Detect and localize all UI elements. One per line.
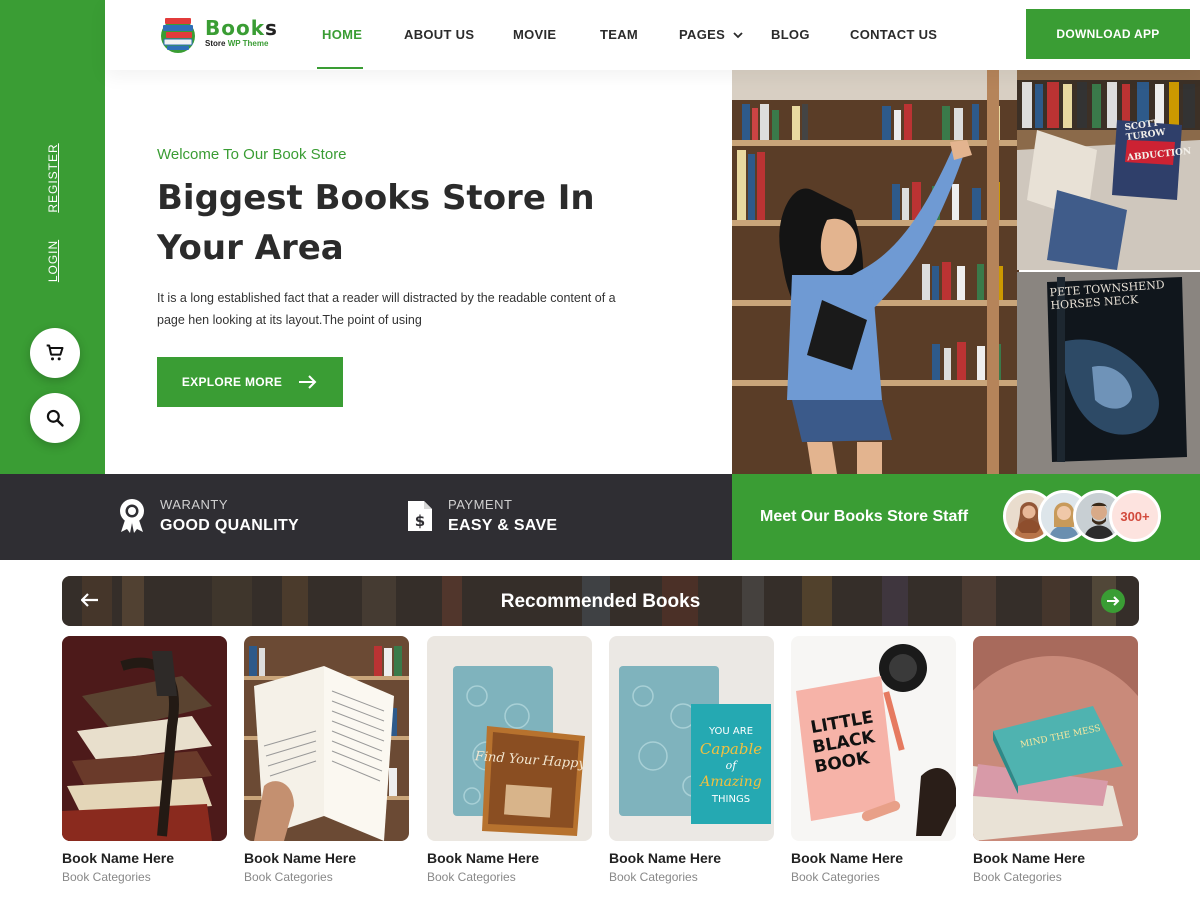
hero-lead-line1: It is a long established fact that a rea… bbox=[157, 291, 616, 305]
brand-tagline-a: Store bbox=[205, 39, 226, 48]
recommended-header: Recommended Books bbox=[62, 576, 1139, 626]
hero-text: Welcome To Our Book Store Biggest Books … bbox=[157, 146, 677, 331]
nav-pages[interactable]: PAGES bbox=[679, 27, 725, 42]
brand-name: Book bbox=[205, 16, 266, 40]
book-category: Book Categories bbox=[244, 870, 333, 884]
feature-warranty: WARANTY GOOD QUANLITY bbox=[116, 496, 299, 536]
hero-photo-shelves bbox=[1017, 70, 1200, 270]
hero-headline-line1: Biggest Books Store In bbox=[157, 178, 595, 218]
brand-tagline-b: WP Theme bbox=[227, 39, 269, 48]
books-logo-icon bbox=[157, 12, 199, 54]
hero-photo-reader bbox=[732, 70, 1019, 474]
site-header: Books Store WP Theme HOME ABOUT US MOVIE… bbox=[105, 0, 1200, 70]
book-card-image[interactable] bbox=[62, 636, 227, 841]
book-4-cover-text-b: Capable bbox=[700, 740, 762, 758]
download-app-button[interactable]: DOWNLOAD APP bbox=[1026, 9, 1190, 59]
book-name[interactable]: Book Name Here bbox=[427, 850, 592, 866]
book-card-1[interactable]: Book Name Here Book Categories bbox=[62, 636, 227, 884]
book-name[interactable]: Book Name Here bbox=[791, 850, 956, 866]
staff-label: Meet Our Books Store Staff bbox=[760, 508, 969, 525]
feature-payment-small: PAYMENT bbox=[448, 497, 513, 512]
feature-payment-big: EASY & SAVE bbox=[448, 517, 558, 534]
search-button[interactable] bbox=[30, 393, 80, 443]
recommended-title: Recommended Books bbox=[500, 591, 701, 612]
nav-contact-us[interactable]: CONTACT US bbox=[850, 27, 937, 42]
book-4-cover-text-e: THINGS bbox=[711, 794, 750, 805]
book-name[interactable]: Book Name Here bbox=[609, 850, 774, 866]
hero-lead-line2: page hen looking at its layout.The point… bbox=[157, 313, 422, 327]
chevron-down-icon[interactable] bbox=[733, 31, 743, 39]
book-card-2[interactable]: Book Name Here Book Categories bbox=[244, 636, 409, 884]
arrow-right-icon bbox=[299, 375, 317, 389]
nav-team[interactable]: TEAM bbox=[600, 27, 638, 42]
page: REGISTER LOGIN Books Store WP Theme HOME… bbox=[0, 0, 1200, 900]
book-name[interactable]: Book Name Here bbox=[62, 850, 227, 866]
book-card-image[interactable]: YOU ARE Capable of Amazing THINGS bbox=[609, 636, 774, 841]
award-badge-icon bbox=[116, 496, 148, 536]
brand-logo[interactable]: Books Store WP Theme bbox=[157, 12, 278, 54]
nav-home[interactable]: HOME bbox=[322, 27, 362, 42]
staff-count-badge[interactable]: 300+ bbox=[1109, 490, 1161, 542]
feature-payment: $ PAYMENT EASY & SAVE bbox=[404, 496, 557, 536]
explore-more-label: EXPLORE MORE bbox=[181, 375, 283, 389]
search-icon bbox=[46, 409, 64, 427]
explore-more-button[interactable]: EXPLORE MORE bbox=[157, 357, 343, 407]
book-name[interactable]: Book Name Here bbox=[973, 850, 1138, 866]
book-card-6[interactable]: MIND THE MESS Book Name Here Book Catego… bbox=[973, 636, 1138, 884]
book-category: Book Categories bbox=[973, 870, 1062, 884]
left-sidebar: REGISTER LOGIN bbox=[0, 0, 105, 474]
book-card-image[interactable]: Find Your Happy bbox=[427, 636, 592, 841]
dollar-document-icon: $ bbox=[404, 496, 436, 536]
nav-about-us[interactable]: ABOUT US bbox=[404, 27, 474, 42]
svg-text:$: $ bbox=[415, 512, 425, 530]
hero-lead: It is a long established fact that a rea… bbox=[157, 287, 647, 331]
carousel-next-button[interactable] bbox=[1101, 589, 1125, 613]
book-card-image[interactable] bbox=[244, 636, 409, 841]
book-name[interactable]: Book Name Here bbox=[244, 850, 409, 866]
hero-welcome: Welcome To Our Book Store bbox=[157, 146, 347, 163]
book-4-cover-text-a: YOU ARE bbox=[708, 726, 753, 737]
nav-blog[interactable]: BLOG bbox=[771, 27, 810, 42]
book-card-image[interactable]: MIND THE MESS bbox=[973, 636, 1138, 841]
book-category: Book Categories bbox=[62, 870, 151, 884]
book-card-4[interactable]: YOU ARE Capable of Amazing THINGS Book N… bbox=[609, 636, 774, 884]
cart-button[interactable] bbox=[30, 328, 80, 378]
book-category: Book Categories bbox=[609, 870, 698, 884]
book-category: Book Categories bbox=[791, 870, 880, 884]
feature-warranty-small: WARANTY bbox=[160, 497, 229, 512]
login-link[interactable]: LOGIN bbox=[46, 240, 60, 282]
hero-headline: Biggest Books Store In Your Area bbox=[157, 173, 677, 273]
book-category: Book Categories bbox=[427, 870, 516, 884]
book-card-image[interactable]: LITTLE BLACK BOOK bbox=[791, 636, 956, 841]
arrow-right-icon bbox=[1107, 596, 1120, 606]
hero-headline-line2: Your Area bbox=[157, 228, 344, 268]
brand-name-last: s bbox=[265, 16, 278, 40]
book-card-3[interactable]: Find Your Happy Book Name Here Book Cate… bbox=[427, 636, 592, 884]
register-link[interactable]: REGISTER bbox=[46, 143, 60, 212]
features-bar: WARANTY GOOD QUANLITY $ PAYMENT EASY & S… bbox=[0, 474, 732, 560]
staff-bar: Meet Our Books Store Staff 300+ bbox=[732, 474, 1200, 560]
cart-icon bbox=[46, 344, 64, 361]
book-card-5[interactable]: LITTLE BLACK BOOK Book Name Here Book Ca… bbox=[791, 636, 956, 884]
nav-active-underline bbox=[317, 67, 363, 69]
feature-warranty-big: GOOD QUANLITY bbox=[160, 517, 300, 534]
book-4-cover-text-d: Amazing bbox=[698, 774, 762, 790]
nav-movie[interactable]: MOVIE bbox=[513, 27, 556, 42]
